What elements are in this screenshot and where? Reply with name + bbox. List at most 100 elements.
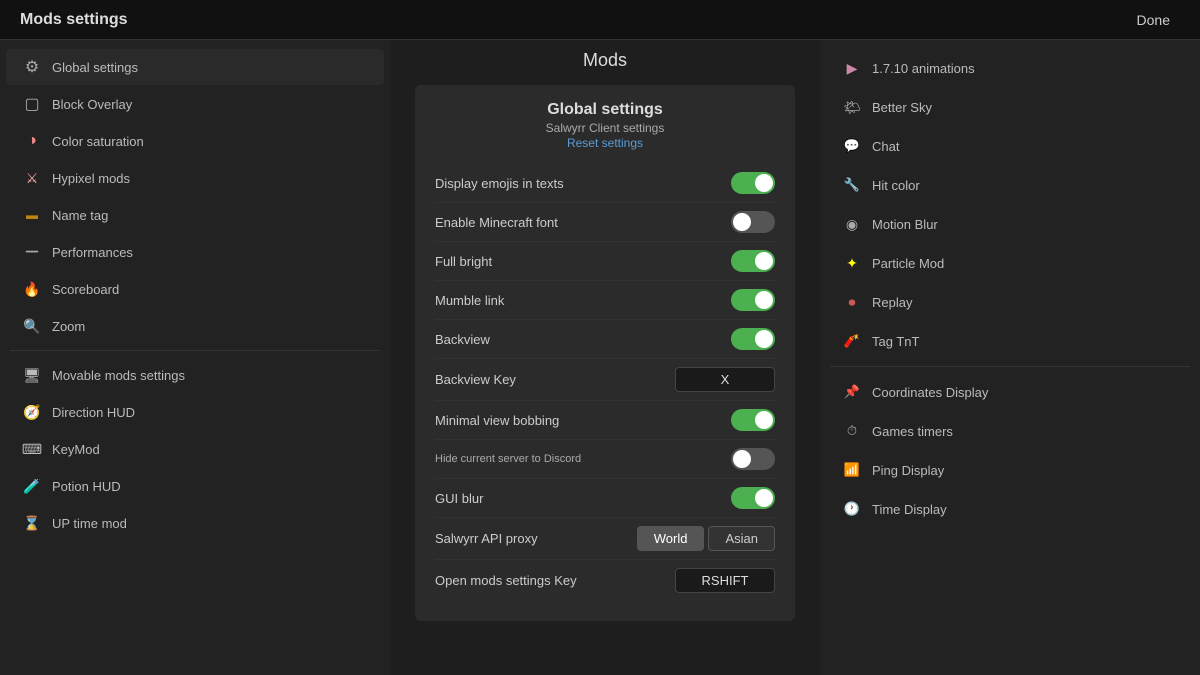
key-input-open_key[interactable]: RSHIFT	[675, 568, 775, 593]
center-panel: Mods Global settings Salwyrr Client sett…	[390, 40, 820, 675]
setting-label-api_proxy: Salwyrr API proxy	[435, 531, 538, 546]
nametag-icon	[22, 205, 42, 225]
sidebar-item-potion_hud[interactable]: Potion HUD	[6, 468, 384, 504]
right-item-label: Ping Display	[872, 463, 944, 478]
sidebar-item-block_overlay[interactable]: Block Overlay	[6, 86, 384, 122]
sidebar-item-hypixel_mods[interactable]: Hypixel mods	[6, 160, 384, 196]
setting-row-minimal_bobbing: Minimal view bobbing	[435, 401, 775, 440]
sidebar-item-direction_hud[interactable]: Direction HUD	[6, 394, 384, 430]
right-item-label: Hit color	[872, 178, 920, 193]
sidebar-item-label: Color saturation	[52, 134, 144, 149]
gametimer-icon	[842, 421, 862, 441]
right-item-better_sky[interactable]: Better Sky	[826, 88, 1194, 126]
global-settings-panel: Global settings Salwyrr Client settings …	[415, 85, 795, 621]
setting-label-minecraft_font: Enable Minecraft font	[435, 215, 558, 230]
setting-row-gui_blur: GUI blur	[435, 479, 775, 518]
toggle-mumble_link[interactable]	[731, 289, 775, 311]
setting-label-mumble_link: Mumble link	[435, 293, 504, 308]
hit-icon	[842, 175, 862, 195]
sidebar-item-color_saturation[interactable]: Color saturation	[6, 123, 384, 159]
setting-row-backview: Backview	[435, 320, 775, 359]
setting-label-full_bright: Full bright	[435, 254, 492, 269]
toggle-backview[interactable]	[731, 328, 775, 350]
blur-icon	[842, 214, 862, 234]
key-input-backview_key[interactable]: X	[675, 367, 775, 392]
sidebar-item-zoom[interactable]: Zoom	[6, 308, 384, 344]
right-item-label: Tag TnT	[872, 334, 919, 349]
right-item-label: Chat	[872, 139, 899, 154]
gear-icon	[22, 57, 42, 77]
right-item-hit_color[interactable]: Hit color	[826, 166, 1194, 204]
ping-icon	[842, 460, 862, 480]
right-item-coords_display[interactable]: Coordinates Display	[826, 373, 1194, 411]
right-item-motion_blur[interactable]: Motion Blur	[826, 205, 1194, 243]
sidebar-item-performances[interactable]: Performances	[6, 234, 384, 270]
zoom-icon	[22, 316, 42, 336]
right-item-label: Motion Blur	[872, 217, 938, 232]
settings-list: Display emojis in texts Enable Minecraft …	[435, 164, 775, 601]
right-item-tag_tnt[interactable]: Tag TnT	[826, 322, 1194, 360]
timer-icon	[22, 513, 42, 533]
toggle-minimal_bobbing[interactable]	[731, 409, 775, 431]
toggle-display_emojis[interactable]	[731, 172, 775, 194]
right-item-label: Coordinates Display	[872, 385, 988, 400]
proxy-btn-asian[interactable]: Asian	[708, 526, 775, 551]
panel-subtitle: Salwyrr Client settings	[435, 121, 775, 135]
sidebar-item-label: Direction HUD	[52, 405, 135, 420]
toggle-gui_blur[interactable]	[731, 487, 775, 509]
sidebar-item-movable_mods[interactable]: Movable mods settings	[6, 357, 384, 393]
right-item-label: Time Display	[872, 502, 947, 517]
square-icon	[22, 94, 42, 114]
sidebar-item-label: Hypixel mods	[52, 171, 130, 186]
proxy-btn-world[interactable]: World	[637, 526, 705, 551]
right-item-replay[interactable]: Replay	[826, 283, 1194, 321]
main-layout: Global settings Block Overlay Color satura…	[0, 40, 1200, 675]
header: Mods settings Done	[0, 0, 1200, 40]
hypixel-icon	[22, 168, 42, 188]
sidebar-item-label: UP time mod	[52, 516, 127, 531]
right-divider	[830, 366, 1190, 367]
setting-label-backview: Backview	[435, 332, 490, 347]
right-item-ping_display[interactable]: Ping Display	[826, 451, 1194, 489]
compass-icon	[22, 402, 42, 422]
sidebar-item-label: Zoom	[52, 319, 85, 334]
sidebar-item-global_settings[interactable]: Global settings	[6, 49, 384, 85]
sky-icon	[842, 97, 862, 117]
setting-row-open_key: Open mods settings KeyRSHIFT	[435, 560, 775, 601]
right-sidebar: 1.7.10 animations Better Sky Chat Hit color…	[820, 40, 1200, 675]
timedisplay-icon	[842, 499, 862, 519]
toggle-minecraft_font[interactable]	[731, 211, 775, 233]
right-item-chat[interactable]: Chat	[826, 127, 1194, 165]
sidebar-divider	[10, 350, 380, 351]
saturation-icon	[22, 131, 42, 151]
toggle-full_bright[interactable]	[731, 250, 775, 272]
sidebar-item-label: KeyMod	[52, 442, 100, 457]
sidebar-item-uptime_mod[interactable]: UP time mod	[6, 505, 384, 541]
sidebar-item-keymod[interactable]: KeyMod	[6, 431, 384, 467]
sidebar-item-scoreboard[interactable]: Scoreboard	[6, 271, 384, 307]
setting-label-minimal_bobbing: Minimal view bobbing	[435, 413, 559, 428]
right-item-label: 1.7.10 animations	[872, 61, 975, 76]
setting-label-display_emojis: Display emojis in texts	[435, 176, 564, 191]
right-item-1710_anim[interactable]: 1.7.10 animations	[826, 49, 1194, 87]
done-button[interactable]: Done	[1127, 8, 1180, 32]
setting-label-gui_blur: GUI blur	[435, 491, 483, 506]
setting-row-backview_key: Backview Key X	[435, 359, 775, 401]
sidebar-item-name_tag[interactable]: Name tag	[6, 197, 384, 233]
setting-label-hide_discord: Hide current server to Discord	[435, 453, 581, 465]
monitor-icon	[22, 365, 42, 385]
right-item-time_display[interactable]: Time Display	[826, 490, 1194, 528]
left-sidebar: Global settings Block Overlay Color satura…	[0, 40, 390, 675]
reset-settings-link[interactable]: Reset settings	[567, 136, 643, 150]
sidebar-item-label: Name tag	[52, 208, 108, 223]
keyboard-icon	[22, 439, 42, 459]
potion-icon	[22, 476, 42, 496]
toggle-hide_discord[interactable]	[731, 448, 775, 470]
panel-header: Global settings Salwyrr Client settings …	[435, 101, 775, 150]
right-item-particle_mod[interactable]: Particle Mod	[826, 244, 1194, 282]
particle-icon	[842, 253, 862, 273]
right-item-game_timers[interactable]: Games timers	[826, 412, 1194, 450]
setting-label-backview_key: Backview Key	[435, 372, 516, 387]
sidebar-item-label: Global settings	[52, 60, 138, 75]
replay-icon	[842, 292, 862, 312]
